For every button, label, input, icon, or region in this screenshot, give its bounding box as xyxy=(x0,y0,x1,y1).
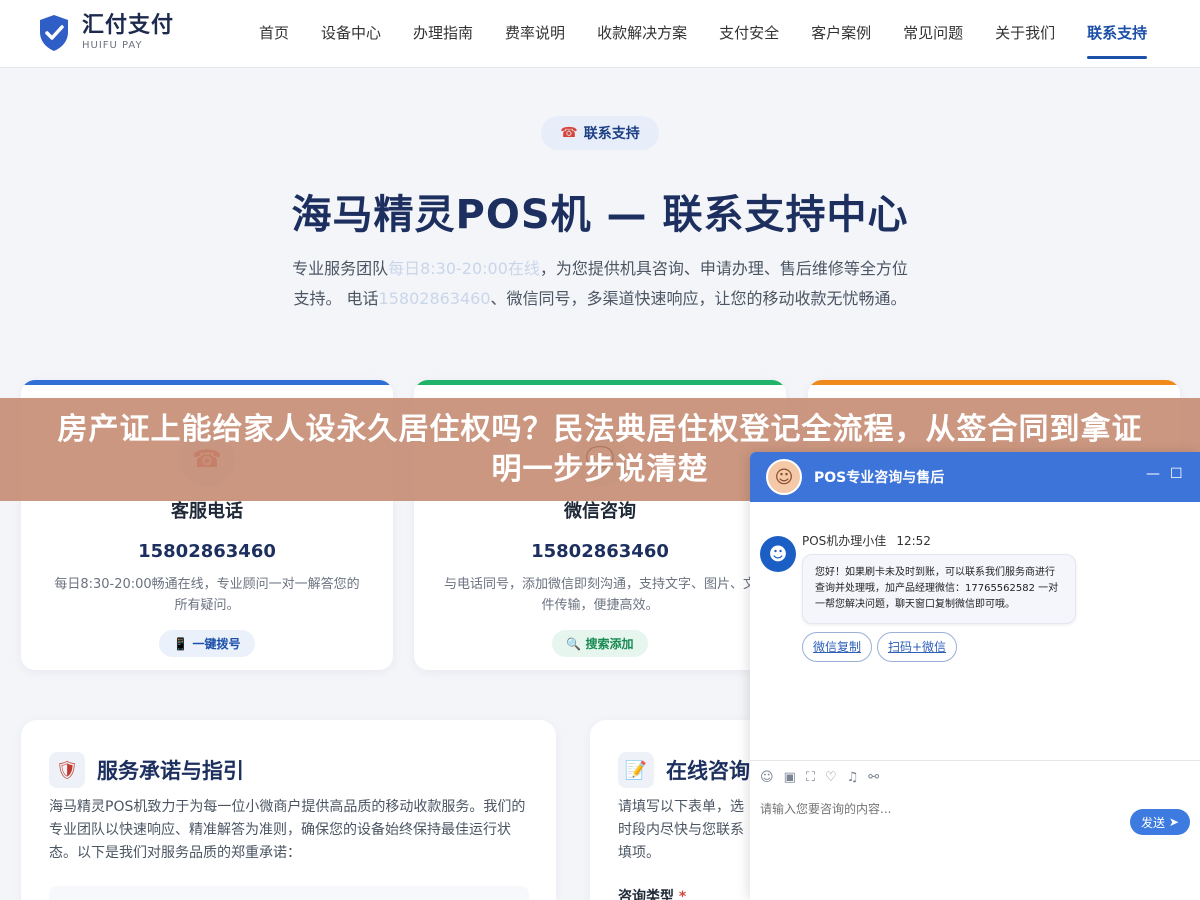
form-icon: 📝 xyxy=(618,752,654,788)
field-label-consult-type: 咨询类型 * xyxy=(618,886,686,900)
chat-title: POS专业咨询与售后 xyxy=(814,470,945,486)
page-description: 专业服务团队每日8:30-20:00在线，为您提供机具咨询、申请办理、售后维修等… xyxy=(285,254,915,314)
panel-text: 海马精灵POS机致力于为每一位小微商户提供高品质的移动收款服务。我们的专业团队以… xyxy=(49,799,526,861)
copy-wechat-button[interactable]: 微信复制 xyxy=(802,632,872,662)
scan-wechat-button[interactable]: 扫码+微信 xyxy=(877,632,957,662)
main-nav: 首页 设备中心 办理指南 费率说明 收款解决方案 支付安全 客户案例 常见问题 … xyxy=(243,0,1163,68)
chat-toolbar: ☺ ▣ ⛶ ♡ ♫ ⚯ xyxy=(750,760,1200,794)
agent-avatar: ☺ xyxy=(766,459,802,495)
card-description: 每日8:30-20:00畅通在线，专业顾问一对一解答您的所有疑问。 xyxy=(54,577,360,613)
card-accent-bar xyxy=(21,380,393,385)
maximize-icon[interactable]: ☐ xyxy=(1170,466,1183,482)
nav-support[interactable]: 联系支持 xyxy=(1071,0,1163,68)
nav-security[interactable]: 支付安全 xyxy=(703,0,795,68)
screenshot-icon[interactable]: ⛶ xyxy=(806,770,815,785)
nav-cases[interactable]: 客户案例 xyxy=(795,0,887,68)
agent-name: POS机办理小佳 xyxy=(802,534,887,548)
brand-name-en: HUIFU PAY xyxy=(82,40,143,51)
nav-about[interactable]: 关于我们 xyxy=(979,0,1071,68)
message-meta: POS机办理小佳 12:52 xyxy=(802,532,931,549)
chat-input[interactable] xyxy=(760,802,1120,816)
promise-list-box xyxy=(49,886,529,900)
chat-history-icon[interactable]: ⚯ xyxy=(868,770,879,785)
card-wechat-number: 15802863460 xyxy=(531,541,669,562)
shield-icon: 🛡 xyxy=(49,752,85,788)
card-accent-bar xyxy=(414,380,786,385)
service-panel: 🛡 服务承诺与指引 海马精灵POS机致力于为每一位小微商户提供高品质的移动收款服… xyxy=(21,720,556,900)
search-add-button[interactable]: 🔍 搜索添加 xyxy=(552,630,648,657)
image-icon[interactable]: ▣ xyxy=(784,770,796,785)
page-title: 海马精灵POS机 — 联系支持中心 xyxy=(291,192,909,238)
nav-rates[interactable]: 费率说明 xyxy=(489,0,581,68)
sound-icon[interactable]: ♫ xyxy=(847,770,859,785)
desc-text: 专业服务团队 xyxy=(292,259,389,278)
top-header: 汇付支付 HUIFU PAY 首页 设备中心 办理指南 费率说明 收款解决方案 … xyxy=(0,0,1200,68)
agent-avatar-icon: ☻ xyxy=(760,536,796,572)
send-label: 发送 xyxy=(1141,815,1166,830)
rating-icon[interactable]: ♡ xyxy=(825,770,837,785)
search-add-label: 搜索添加 xyxy=(585,637,634,651)
message-bubble: 您好！如果刷卡未及时到账，可以联系我们服务商进行查询并处理哦，加产品经理微信：1… xyxy=(802,554,1076,624)
panel-title: 在线咨询 xyxy=(666,759,750,783)
panel-title: 服务承诺与指引 xyxy=(97,759,244,783)
nav-guide[interactable]: 办理指南 xyxy=(397,0,489,68)
card-accent-bar xyxy=(808,380,1180,385)
dial-button[interactable]: 📱 一键拨号 xyxy=(159,630,255,657)
section-badge: ☎ 联系支持 xyxy=(541,116,659,150)
emoji-icon[interactable]: ☺ xyxy=(760,770,774,785)
send-button[interactable]: 发送 ➤ xyxy=(1130,809,1190,835)
minimize-icon[interactable]: — xyxy=(1146,466,1160,482)
desc-highlight-phone: 15802863460 xyxy=(378,289,491,308)
shield-logo-icon xyxy=(40,15,68,51)
nav-solutions[interactable]: 收款解决方案 xyxy=(581,0,703,68)
nav-devices[interactable]: 设备中心 xyxy=(305,0,397,68)
card-phone-number: 15802863460 xyxy=(138,541,276,562)
dial-button-label: 一键拨号 xyxy=(192,637,241,651)
phone-icon: ☎ xyxy=(560,125,578,141)
chat-header: ☺ POS专业咨询与售后 — ☐ xyxy=(750,452,1200,502)
brand-logo[interactable]: 汇付支付 HUIFU PAY xyxy=(38,14,174,52)
send-arrow-icon: ➤ xyxy=(1168,815,1179,829)
required-mark: * xyxy=(678,889,687,900)
message-time: 12:52 xyxy=(896,534,931,548)
chat-messages: ☻ POS机办理小佳 12:52 您好！如果刷卡未及时到账，可以联系我们服务商进行… xyxy=(750,502,1200,764)
nav-home[interactable]: 首页 xyxy=(243,0,305,68)
badge-label: 联系支持 xyxy=(583,126,640,142)
desc-highlight-hours: 每日8:30-20:00在线 xyxy=(388,259,540,278)
card-description: 与电话同号，添加微信即刻沟通，支持文字、图片、文件传输，便捷高效。 xyxy=(443,577,756,613)
nav-faq[interactable]: 常见问题 xyxy=(887,0,979,68)
chat-widget: ☺ POS专业咨询与售后 — ☐ ☻ POS机办理小佳 12:52 您好！如果刷卡… xyxy=(750,452,1200,900)
desc-text: 、微信同号，多渠道快速响应，让您的移动收款无忧畅通。 xyxy=(490,289,907,308)
field-label-text: 咨询类型 xyxy=(618,889,674,900)
brand-name: 汇付支付 xyxy=(82,13,175,38)
